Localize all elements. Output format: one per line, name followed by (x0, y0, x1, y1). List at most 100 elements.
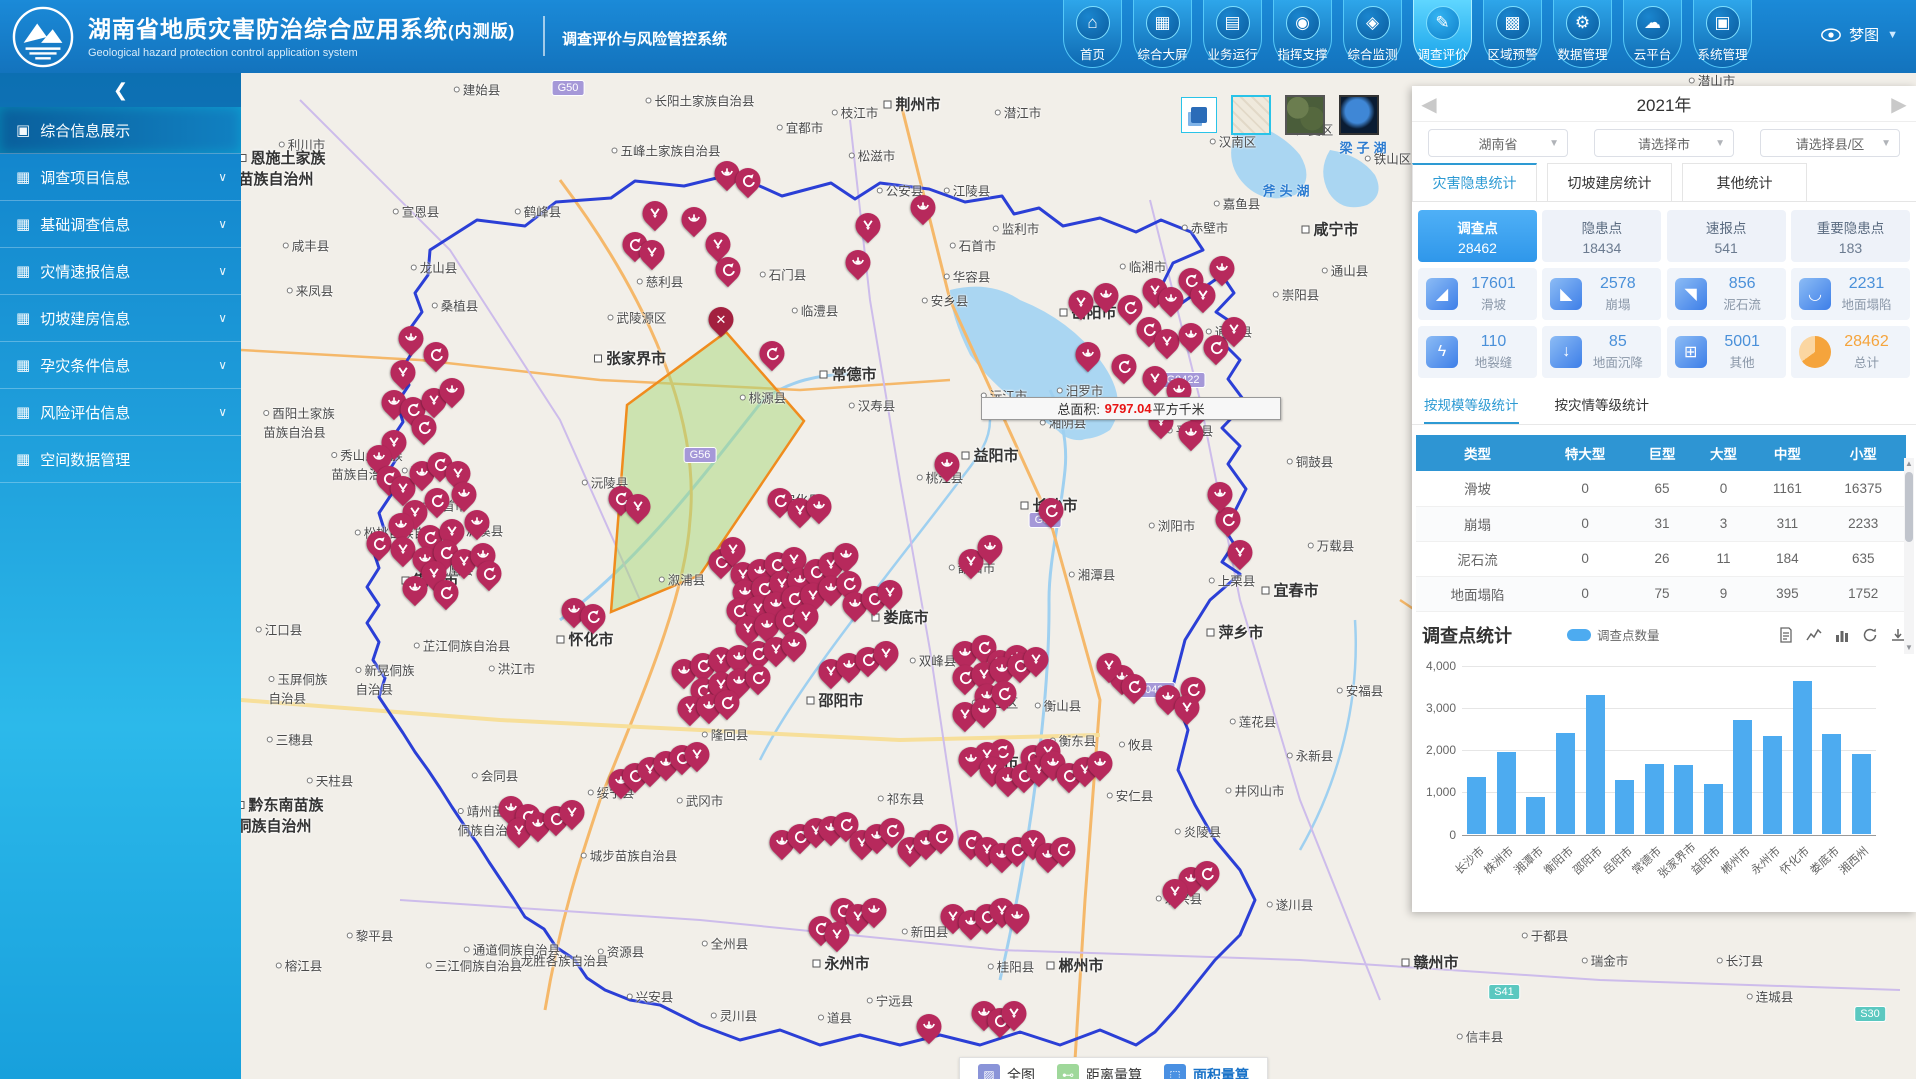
bar-湘潭市[interactable] (1526, 797, 1545, 834)
marker-glyph-icon (838, 547, 855, 564)
app-title: 湖南省地质灾害防治综合应用系统 (88, 16, 448, 42)
globe-map-thumbnail[interactable] (1339, 95, 1379, 135)
marker-glyph-icon (740, 172, 757, 189)
bar-湘西州[interactable] (1852, 754, 1871, 834)
type-card-label: 地面塌陷 (1831, 294, 1902, 313)
table-cell: 9 (1693, 576, 1755, 611)
marker-glyph-icon (1006, 1005, 1023, 1022)
sidebar-item-调查项目信息[interactable]: ▦调查项目信息∨ (0, 154, 241, 201)
nav-item-调查评价[interactable]: ✎调查评价 (1413, 0, 1472, 68)
nav-item-综合大屏[interactable]: ▦ 综合大屏 (1133, 0, 1192, 68)
table-row[interactable]: 滑坡0650116116375 (1416, 471, 1906, 506)
county-select[interactable]: 请选择县/区▼ (1760, 129, 1900, 157)
table-column-中型: 中型 (1754, 435, 1820, 471)
point-card-隐患点[interactable]: 隐患点18434 (1542, 210, 1661, 262)
sidebar-collapse-button[interactable]: ❮ (0, 73, 241, 107)
table-cell: 泥石流 (1416, 541, 1539, 576)
satellite-map-thumbnail[interactable] (1285, 95, 1325, 135)
type-card-崩塌[interactable]: ◣2578崩塌 (1542, 268, 1661, 320)
bar-株洲市[interactable] (1497, 752, 1516, 835)
other-icon: ⊞ (1675, 336, 1707, 368)
data-view-icon[interactable] (1778, 627, 1794, 643)
nav-item-云平台[interactable]: ☁云平台 (1623, 0, 1682, 68)
user-area[interactable]: 梦图 ▼ (1821, 24, 1898, 45)
measure-close-marker[interactable]: ✕ (703, 302, 738, 337)
point-card-速报点[interactable]: 速报点541 (1667, 210, 1786, 262)
map-tool-距离量算[interactable]: ⊷距离量算 (1057, 1064, 1142, 1079)
chart-legend[interactable]: 调查点数量 (1567, 625, 1660, 644)
next-year-button[interactable]: ▶ (1886, 90, 1912, 118)
map-tool-全图[interactable]: ▨全图 (978, 1064, 1035, 1079)
nav-item-综合监测[interactable]: ◈综合监测 (1343, 0, 1402, 68)
subtab-按灾情等级统计[interactable]: 按灾情等级统计 (1555, 394, 1650, 424)
layers-icon (1191, 107, 1207, 123)
table-scrollbar[interactable]: ▲ ▼ (1904, 458, 1914, 654)
bar-永州市[interactable] (1763, 736, 1782, 834)
bar-张家界市[interactable] (1674, 765, 1693, 835)
point-cards: 调查点28462隐患点18434速报点541重要隐患点183 (1412, 202, 1916, 262)
bar-邵阳市[interactable] (1586, 695, 1605, 834)
tab-其他统计[interactable]: 其他统计 (1682, 163, 1807, 201)
type-card-总计[interactable]: 28462总计 (1791, 326, 1910, 378)
type-card-泥石流[interactable]: ◥856泥石流 (1667, 268, 1786, 320)
big-screen-icon: ▦ (1146, 6, 1180, 40)
bar-娄底市[interactable] (1822, 734, 1841, 834)
sidebar-item-切坡建房信息[interactable]: ▦切坡建房信息∨ (0, 295, 241, 342)
point-card-调查点[interactable]: 调查点28462 (1418, 210, 1537, 262)
sidebar-item-孕灾条件信息[interactable]: ▦孕灾条件信息∨ (0, 342, 241, 389)
ground-collapse-icon: ◡ (1799, 278, 1831, 310)
scroll-up-icon[interactable]: ▲ (1904, 458, 1914, 470)
nav-item-业务运行[interactable]: ▤业务运行 (1203, 0, 1262, 68)
type-card-地面塌陷[interactable]: ◡2231地面塌陷 (1791, 268, 1910, 320)
type-card-滑坡[interactable]: ◢17601滑坡 (1418, 268, 1537, 320)
sidebar-item-空间数据管理[interactable]: ▦空间数据管理 (0, 436, 241, 483)
street-map-thumbnail[interactable] (1231, 95, 1271, 135)
user-name: 梦图 (1849, 24, 1879, 45)
bar-益阳市[interactable] (1704, 784, 1723, 835)
sidebar-item-综合信息展示[interactable]: ▣综合信息展示 (0, 107, 241, 154)
bar-郴州市[interactable] (1733, 720, 1752, 834)
city-select[interactable]: 请选择市▼ (1594, 129, 1734, 157)
nav-item-系统管理[interactable]: ▣系统管理 (1693, 0, 1752, 68)
type-card-地裂缝[interactable]: ϟ110地裂缝 (1418, 326, 1537, 378)
type-card-label: 地面沉降 (1582, 352, 1653, 371)
table-row[interactable]: 泥石流02611184635 (1416, 541, 1906, 576)
table-row[interactable]: 地面塌陷07593951752 (1416, 576, 1906, 611)
sidebar-item-灾情速报信息[interactable]: ▦灾情速报信息∨ (0, 248, 241, 295)
bar-常德市[interactable] (1645, 764, 1664, 835)
nav-item-label: 云平台 (1634, 44, 1672, 63)
display-icon: ▣ (16, 121, 30, 139)
type-card-其他[interactable]: ⊞5001其他 (1667, 326, 1786, 378)
nav-item-指挥支撑[interactable]: ◉指挥支撑 (1273, 0, 1332, 68)
marker-glyph-icon (1126, 678, 1143, 695)
nav-item-label: 综合大屏 (1137, 44, 1187, 63)
bar-衡阳市[interactable] (1556, 733, 1575, 834)
marker-glyph-icon (786, 636, 803, 653)
nav-item-首页[interactable]: ⌂首页 (1063, 0, 1122, 68)
previous-year-button[interactable]: ◀ (1416, 90, 1442, 118)
bar-长沙市[interactable] (1467, 777, 1486, 834)
bar-岳阳市[interactable] (1615, 780, 1634, 835)
refresh-icon[interactable] (1862, 627, 1878, 643)
province-select[interactable]: 湖南省▼ (1428, 129, 1568, 157)
tab-切坡建房统计[interactable]: 切坡建房统计 (1547, 163, 1672, 201)
map-tool-面积量算[interactable]: ⬚面积量算 (1164, 1064, 1249, 1079)
marker-glyph-icon (933, 828, 950, 845)
type-card-地面沉降[interactable]: ↓85地面沉降 (1542, 326, 1661, 378)
sidebar-item-基础调查信息[interactable]: ▦基础调查信息∨ (0, 201, 241, 248)
nav-item-区域预警[interactable]: ▩区域预警 (1483, 0, 1542, 68)
table-row[interactable]: 崩塌03133112233 (1416, 506, 1906, 541)
marker-glyph-icon (407, 580, 424, 597)
bar-怀化市[interactable] (1793, 681, 1812, 834)
user-menu-caret-icon[interactable]: ▼ (1887, 29, 1898, 41)
line-chart-icon[interactable] (1806, 627, 1822, 643)
map-toolbar: ▨全图 ⊷距离量算 ⬚面积量算 (959, 1057, 1268, 1079)
layers-toggle-button[interactable] (1181, 97, 1217, 133)
point-card-重要隐患点[interactable]: 重要隐患点183 (1791, 210, 1910, 262)
tab-灾害隐患统计[interactable]: 灾害隐患统计 (1412, 163, 1537, 201)
nav-item-数据管理[interactable]: ⚙数据管理 (1553, 0, 1612, 68)
bar-chart-icon[interactable] (1834, 627, 1850, 643)
sidebar-item-风险评估信息[interactable]: ▦风险评估信息∨ (0, 389, 241, 436)
marker-glyph-icon (395, 364, 412, 381)
subtab-按规模等级统计[interactable]: 按规模等级统计 (1424, 394, 1519, 424)
